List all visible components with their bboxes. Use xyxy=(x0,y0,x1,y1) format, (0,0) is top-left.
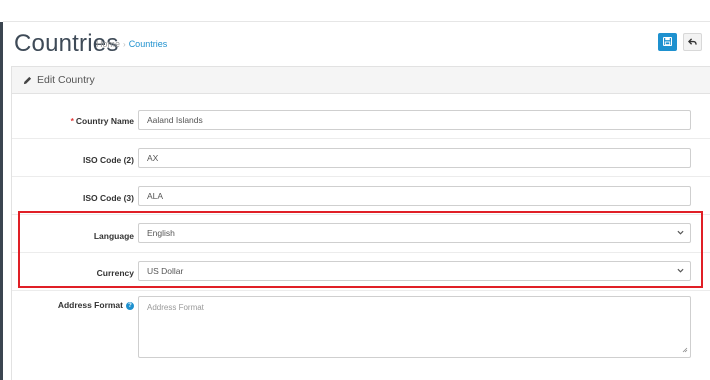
language-label: Language xyxy=(93,231,134,241)
back-arrow-icon xyxy=(688,33,697,51)
breadcrumb-home-link[interactable]: Home xyxy=(96,39,120,49)
save-icon xyxy=(662,33,673,51)
form-row-iso-code-2: ISO Code (2) AX xyxy=(12,138,710,176)
address-format-textarea[interactable]: Address Format xyxy=(138,296,691,358)
chevron-down-icon xyxy=(677,230,684,235)
language-selected-value: English xyxy=(147,228,175,238)
iso-code-2-input[interactable]: AX xyxy=(138,148,691,168)
country-name-label: * Country Name xyxy=(70,116,134,126)
panel-title: Edit Country xyxy=(37,74,95,86)
form-row-language: Language English xyxy=(12,214,710,252)
edit-country-panel: Edit Country * Country Name Aaland Island… xyxy=(11,66,710,380)
pencil-icon xyxy=(23,76,32,85)
currency-label: Currency xyxy=(96,268,134,278)
breadcrumb: Home › Countries xyxy=(96,39,167,49)
breadcrumb-separator: › xyxy=(123,40,126,49)
country-name-input[interactable]: Aaland Islands xyxy=(138,110,691,130)
back-button[interactable] xyxy=(683,33,702,51)
chevron-down-icon xyxy=(677,268,684,273)
breadcrumb-countries-link[interactable]: Countries xyxy=(129,39,168,49)
panel-heading: Edit Country xyxy=(12,67,710,94)
address-format-placeholder: Address Format xyxy=(147,303,204,312)
language-select[interactable]: English xyxy=(138,223,691,243)
iso-code-2-label: ISO Code (2) xyxy=(82,155,134,165)
form-row-country-name: * Country Name Aaland Islands xyxy=(12,94,710,138)
form-row-currency: Currency US Dollar xyxy=(12,252,710,290)
top-navbar xyxy=(3,0,710,22)
address-format-label: Address Format? xyxy=(58,300,134,310)
page-header: Countries Home › Countries xyxy=(3,22,710,66)
iso-code-3-input[interactable]: ALA xyxy=(138,186,691,206)
form-row-address-format: Address Format? Address Format xyxy=(12,290,710,380)
sidebar-edge xyxy=(0,22,3,380)
currency-select[interactable]: US Dollar xyxy=(138,261,691,281)
resize-handle-icon[interactable] xyxy=(682,346,688,355)
iso-code-3-label: ISO Code (3) xyxy=(82,193,134,203)
save-button[interactable] xyxy=(658,33,677,51)
question-circle-icon[interactable]: ? xyxy=(126,301,134,310)
currency-selected-value: US Dollar xyxy=(147,266,184,276)
form-row-iso-code-3: ISO Code (3) ALA xyxy=(12,176,710,214)
